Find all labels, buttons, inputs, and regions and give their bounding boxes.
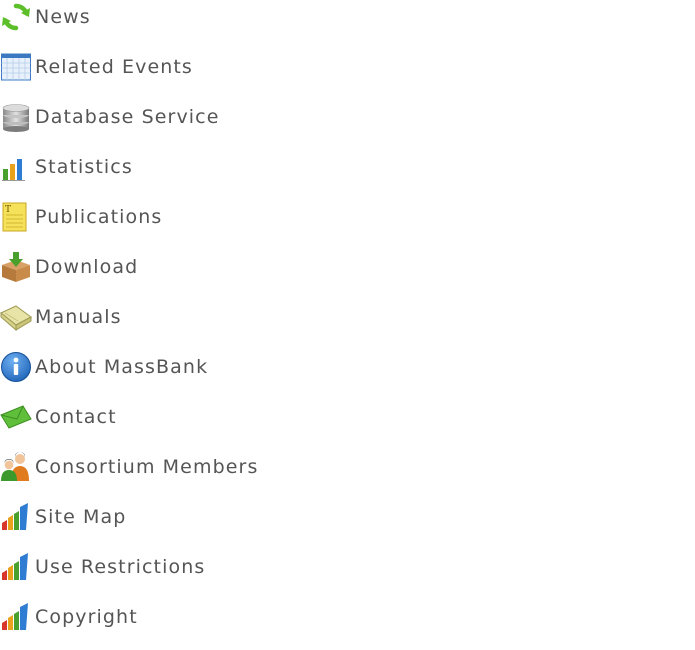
menu-item-label: Use Restrictions xyxy=(35,556,206,578)
menu-item-label: Manuals xyxy=(35,306,122,328)
menu-item-label: Copyright xyxy=(35,606,138,628)
menu-item-label: Contact xyxy=(35,406,117,428)
menu-item-label: Publications xyxy=(35,206,163,228)
chart-bars-icon xyxy=(0,551,32,583)
menu-item-label: Database Service xyxy=(35,106,220,128)
menu-item-publications[interactable]: T Publications xyxy=(0,201,300,233)
notepad-icon: T xyxy=(0,201,32,233)
menu-item-consortium-members[interactable]: Consortium Members xyxy=(0,451,300,483)
menu-item-label: Related Events xyxy=(35,56,193,78)
menu-item-download[interactable]: Download xyxy=(0,251,300,283)
menu-item-manuals[interactable]: Manuals xyxy=(0,301,300,333)
info-icon xyxy=(0,351,32,383)
book-icon xyxy=(0,301,32,333)
menu-item-about-massbank[interactable]: About MassBank xyxy=(0,351,300,383)
menu-item-database-service[interactable]: Database Service xyxy=(0,101,300,133)
envelope-icon xyxy=(0,401,32,433)
menu-item-label: Statistics xyxy=(35,156,133,178)
menu-item-site-map[interactable]: Site Map xyxy=(0,501,300,533)
bar-chart-icon xyxy=(0,151,32,183)
chart-bars-icon xyxy=(0,601,32,633)
chart-bars-icon xyxy=(0,501,32,533)
menu-item-use-restrictions[interactable]: Use Restrictions xyxy=(0,551,300,583)
people-icon xyxy=(0,451,32,483)
svg-text:T: T xyxy=(5,205,11,215)
menu-item-label: News xyxy=(35,6,91,28)
database-icon xyxy=(0,101,32,133)
menu-item-related-events[interactable]: Related Events xyxy=(0,51,300,83)
menu-item-contact[interactable]: Contact xyxy=(0,401,300,433)
download-box-icon xyxy=(0,251,32,283)
refresh-icon xyxy=(0,1,32,33)
menu-item-label: Site Map xyxy=(35,506,127,528)
side-menu: News Related Events Database Service Sta… xyxy=(0,0,695,650)
menu-item-statistics[interactable]: Statistics xyxy=(0,151,300,183)
menu-item-label: Download xyxy=(35,256,139,278)
menu-item-label: About MassBank xyxy=(35,356,209,378)
menu-item-news[interactable]: News xyxy=(0,1,300,33)
menu-item-label: Consortium Members xyxy=(35,456,259,478)
menu-item-copyright[interactable]: Copyright xyxy=(0,601,300,633)
calendar-icon xyxy=(0,51,32,83)
